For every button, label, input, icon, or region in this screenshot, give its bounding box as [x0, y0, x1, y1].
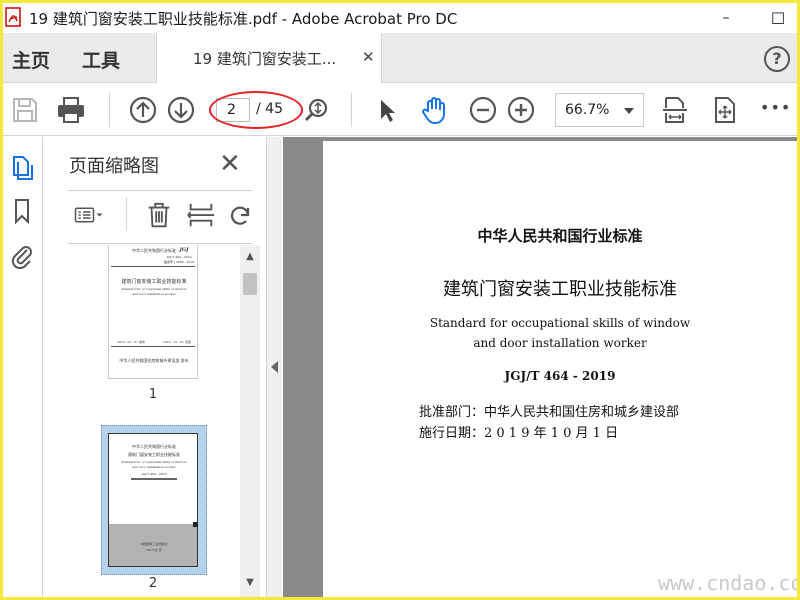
thumb-text: Standard for occupational skills of wind…	[121, 287, 187, 291]
thumb-text: 建筑门窗安装工职业技能标准	[121, 279, 187, 285]
panel-divider	[68, 243, 252, 244]
effective-date: 施行日期：2 0 1 9 年 1 0 月 1 日	[419, 426, 619, 441]
thumbnail-options-icon[interactable]	[74, 199, 104, 231]
main-toolbar: 2 / 45 66.7% •••	[3, 84, 797, 136]
fit-width-icon[interactable]	[659, 94, 691, 126]
window-title: 19 建筑门窗安装工职业技能标准.pdf - Adobe Acrobat Pro…	[29, 10, 458, 28]
close-tab-button[interactable]: ✕	[362, 48, 375, 66]
collapse-panel-icon[interactable]	[271, 361, 278, 373]
approval-department: 批准部门：中华人民共和国住房和城乡建设部	[419, 405, 680, 420]
watermark-text: www.cndao.com	[658, 571, 797, 595]
thumb-rule	[111, 346, 195, 347]
thumb-text: 2019 - 02 - 01 发布	[116, 340, 146, 344]
acrobat-logo-icon	[5, 7, 21, 27]
help-button[interactable]: ?	[764, 46, 790, 72]
scroll-up-icon[interactable]: ▲	[243, 251, 257, 262]
thumb-text: JGJ/T 464 - 2019	[166, 255, 192, 259]
tab-tools[interactable]: 工具	[82, 46, 120, 73]
next-page-icon[interactable]	[165, 94, 197, 126]
thumb-text: JGJ/T 464 - 2019	[141, 472, 167, 476]
toolbar-divider	[109, 93, 110, 127]
tab-home[interactable]: 主页	[12, 46, 50, 73]
bookmark-icon[interactable]	[9, 197, 35, 225]
select-cursor-icon[interactable]	[371, 94, 403, 126]
more-tools-button[interactable]: •••	[760, 98, 791, 117]
rotate-page-icon[interactable]	[228, 199, 252, 231]
zoom-in-icon[interactable]	[505, 94, 537, 126]
thumb-text: 中华人民共和国住房和城乡建设部 发布	[119, 358, 189, 363]
navigation-rail	[3, 137, 43, 597]
document-title: 建筑门窗安装工职业技能标准	[443, 279, 677, 300]
insert-page-icon[interactable]	[186, 199, 216, 231]
previous-page-icon[interactable]	[127, 94, 159, 126]
thumb-text: 2019 北 京	[146, 548, 162, 552]
page-thumbnail-1[interactable]: 中华人民共和国行业标准 JGJ JGJ/T 464 - 2019 备案号 J 2…	[108, 245, 198, 379]
thumbnails-panel: 页面缩略图 ✕ 中华人民共和国行业标准 JGJ JGJ/T 464 - 2019…	[44, 137, 266, 597]
hand-tool-icon[interactable]	[419, 94, 451, 126]
thumbnail-page-label: 1	[148, 387, 158, 402]
thumb-text: and door installation worker	[132, 292, 176, 296]
thumbnail-list: 中华人民共和国行业标准 JGJ JGJ/T 464 - 2019 备案号 J 2…	[44, 245, 244, 597]
thumb-text: 中华人民共和国行业标准	[132, 444, 176, 449]
document-english-title: Standard for occupational skills of wind…	[429, 316, 691, 330]
acrobat-window: 19 建筑门窗安装工职业技能标准.pdf - Adobe Acrobat Pro…	[3, 3, 797, 597]
delete-page-icon[interactable]	[144, 199, 174, 231]
thumb-text: 2019 - 10 - 01 实施	[162, 340, 192, 344]
thumb-text: 建筑门窗安装工职业技能标准	[128, 452, 180, 457]
thumb-text: JGJ	[179, 247, 189, 253]
zoom-marquee-icon[interactable]	[301, 94, 333, 126]
thumb-text: and door installation worker	[132, 465, 176, 469]
chevron-down-icon	[624, 108, 634, 114]
page-thumbnail-2[interactable]: 中华人民共和国行业标准 建筑门窗安装工职业技能标准 Standard for o…	[108, 433, 198, 567]
zoom-out-icon[interactable]	[467, 94, 499, 126]
tab-bar: 主页 工具 19 建筑门窗安装工... ✕ ?	[3, 33, 797, 83]
print-icon[interactable]	[55, 94, 87, 126]
scrollbar-thumb[interactable]	[243, 273, 257, 295]
panel-splitter[interactable]	[266, 137, 282, 597]
close-panel-button[interactable]: ✕	[219, 149, 241, 179]
thumb-marker	[193, 522, 198, 527]
thumb-text: 中国建筑工业出版社	[140, 542, 168, 546]
panel-tool-divider	[126, 197, 127, 231]
document-english-title: and door installation worker	[473, 336, 647, 350]
document-view[interactable]: 中华人民共和国行业标准 建筑门窗安装工职业技能标准 Standard for o…	[283, 137, 797, 597]
panel-divider	[68, 190, 252, 191]
panel-title: 页面缩略图	[69, 156, 159, 177]
scroll-down-icon[interactable]: ▼	[243, 577, 257, 588]
document-page: 中华人民共和国行业标准 建筑门窗安装工职业技能标准 Standard for o…	[323, 141, 797, 597]
zoom-dropdown[interactable]: 66.7%	[555, 93, 644, 127]
thumb-text: 备案号 J 2698 - 2019	[163, 260, 195, 264]
thumbnails-icon[interactable]	[9, 153, 35, 181]
minimize-button[interactable]: –	[703, 3, 749, 33]
maximize-button[interactable]: ☐	[755, 3, 797, 33]
thumb-rule	[111, 266, 195, 267]
document-code: JGJ/T 464 - 2019	[504, 369, 616, 383]
thumbnail-page-label: 2	[148, 576, 158, 591]
document-tab-label: 19 建筑门窗安装工...	[193, 50, 337, 68]
thumbnail-scrollbar[interactable]: ▲ ▼	[240, 245, 260, 597]
document-heading: 中华人民共和国行业标准	[477, 227, 643, 245]
highlight-annotation	[209, 91, 303, 129]
full-screen-icon[interactable]	[709, 94, 741, 126]
save-icon[interactable]	[9, 94, 41, 126]
toolbar-divider	[351, 93, 352, 127]
tab-document[interactable]: 19 建筑门窗安装工... ✕	[156, 33, 382, 83]
thumb-text-line	[131, 478, 177, 480]
attachment-icon[interactable]	[9, 241, 35, 269]
thumb-text: Standard for occupational skills of wind…	[121, 460, 187, 464]
title-bar: 19 建筑门窗安装工职业技能标准.pdf - Adobe Acrobat Pro…	[3, 3, 797, 33]
zoom-value: 66.7%	[565, 102, 610, 118]
